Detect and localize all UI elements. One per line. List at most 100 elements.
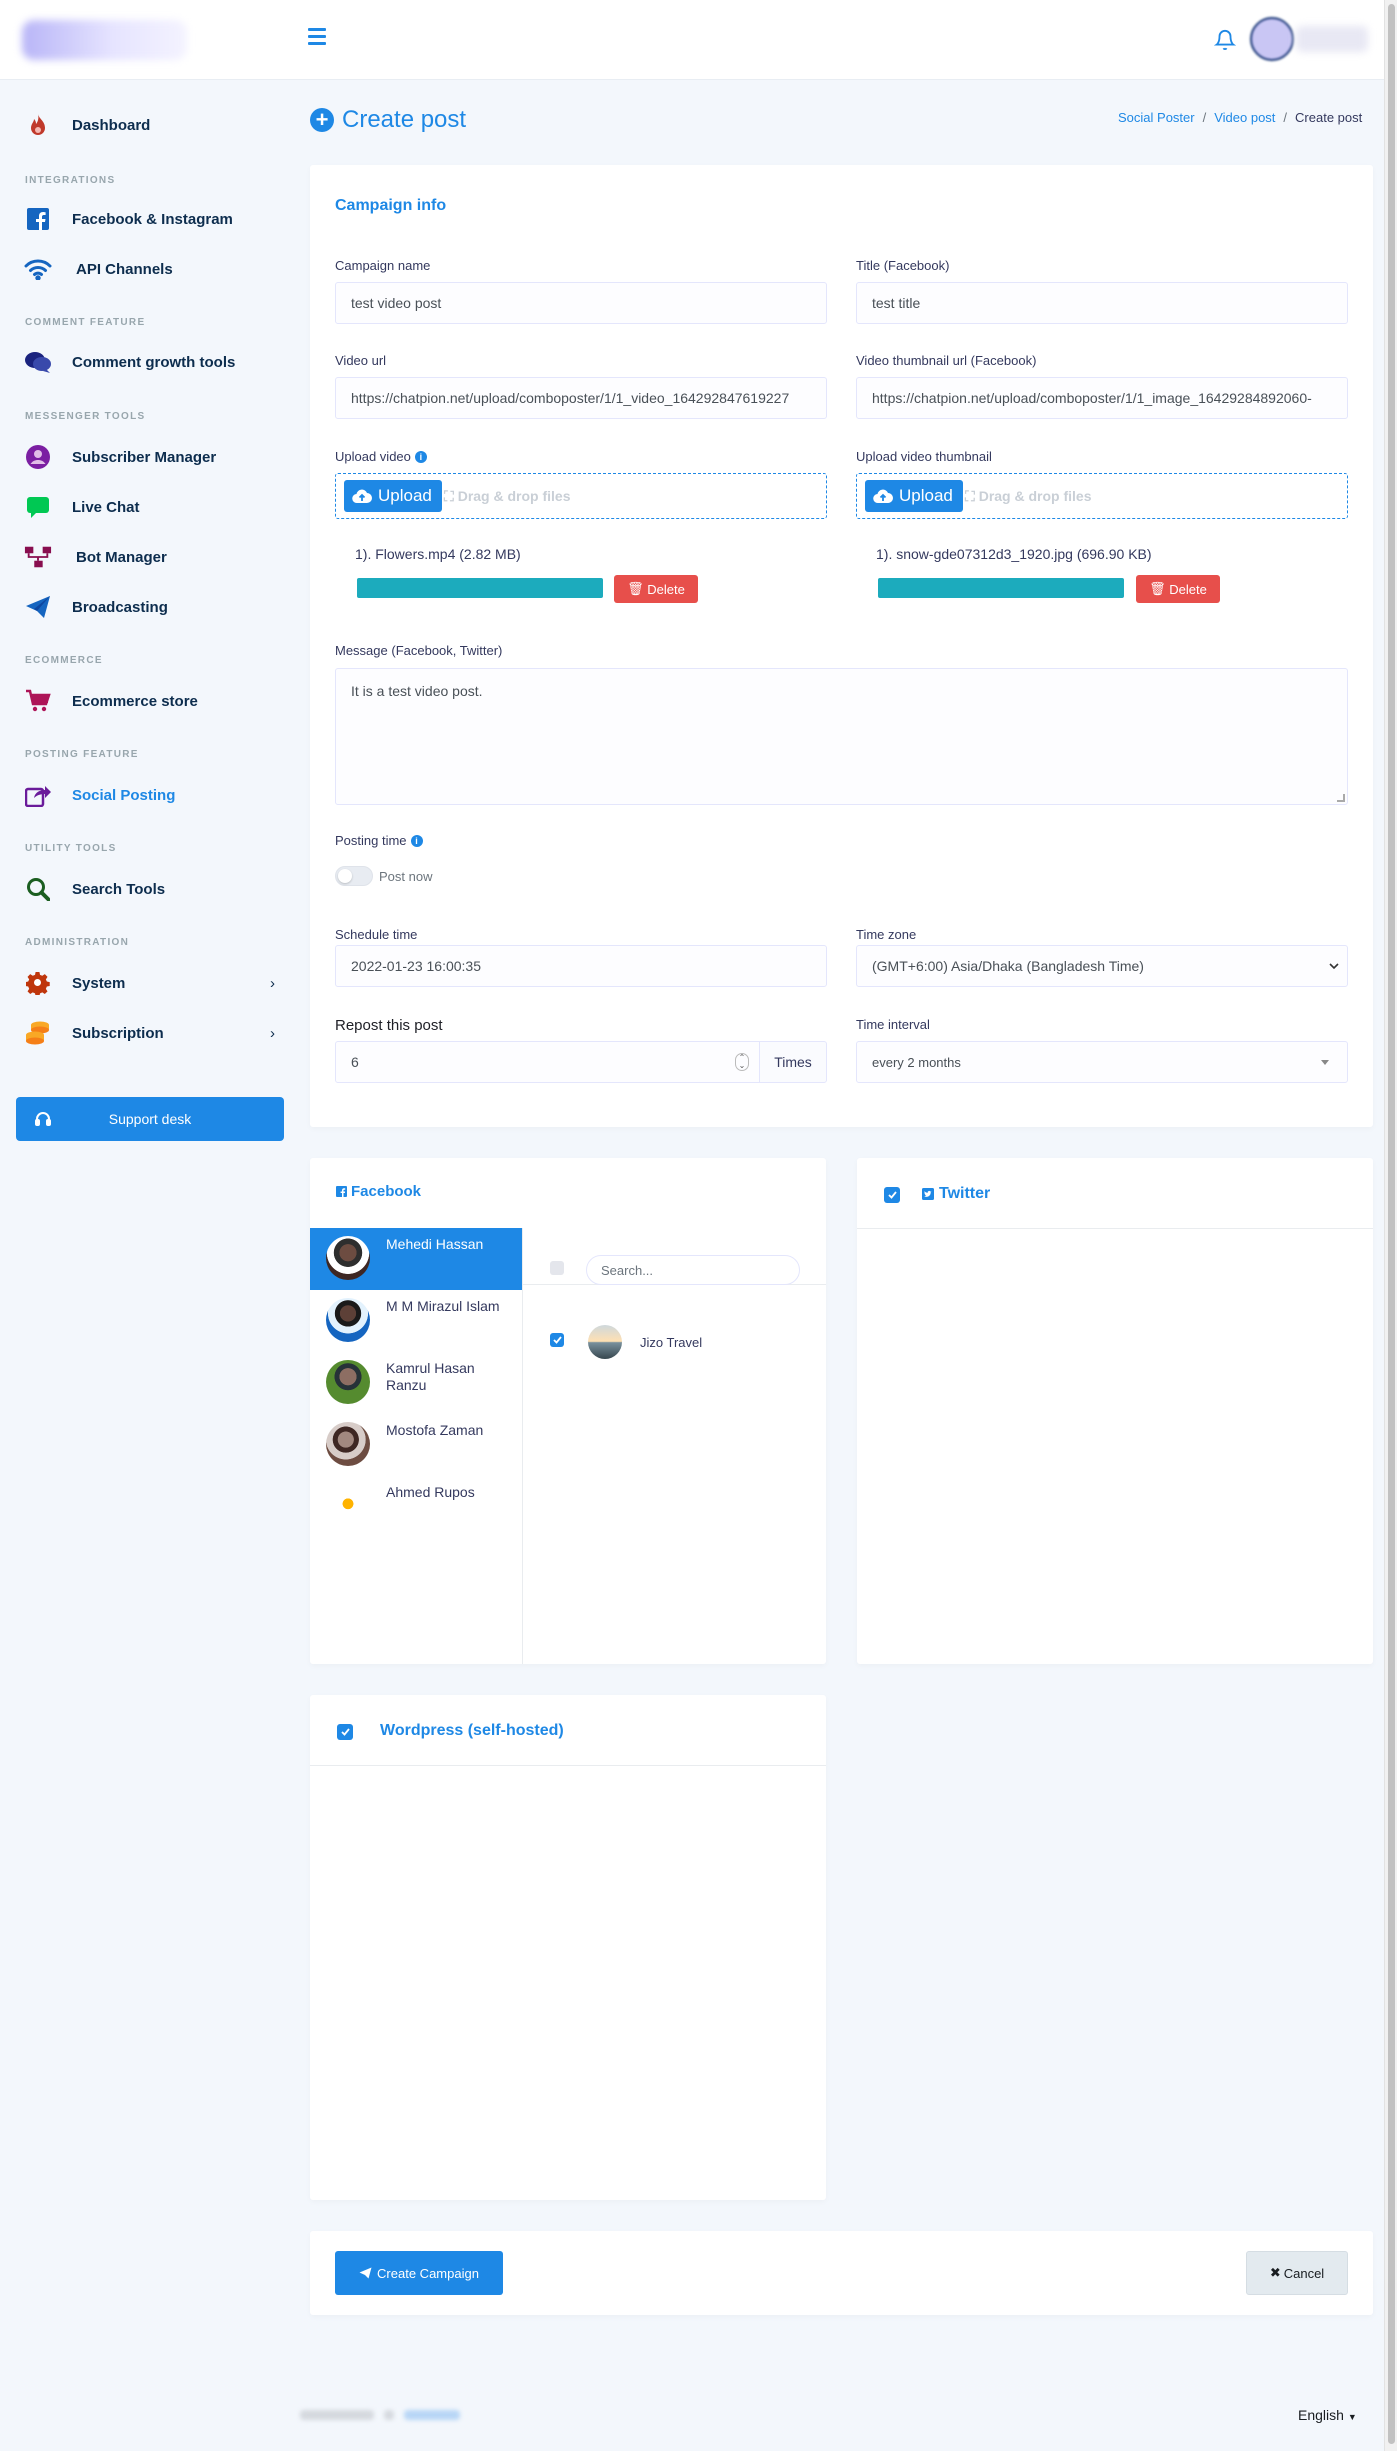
sidebar-item-broadcasting[interactable]: Broadcasting	[0, 587, 300, 627]
user-name[interactable]	[1296, 26, 1368, 52]
wordpress-card: Wordpress (self-hosted)	[310, 1695, 826, 2200]
sidebar-item-search-tools[interactable]: Search Tools	[0, 869, 300, 909]
campaign-info-card: Campaign info Campaign name test video p…	[310, 165, 1373, 1127]
video-url-input[interactable]: https://chatpion.net/upload/comboposter/…	[335, 377, 827, 419]
fire-icon	[24, 111, 52, 139]
coins-icon	[24, 1019, 52, 1047]
user-avatar[interactable]	[1250, 17, 1294, 61]
repost-label: Repost this post	[335, 1017, 443, 1034]
delete-thumbnail-button[interactable]: 🗑 Delete	[1136, 575, 1220, 603]
check-icon	[340, 1728, 350, 1736]
account-item[interactable]: M M Mirazul Islam	[310, 1290, 522, 1352]
paper-plane-icon	[359, 2267, 372, 2279]
facebook-account-list: Mehedi Hassan M M Mirazul Islam Kamrul H…	[310, 1158, 522, 1664]
caret-down-icon	[1321, 1060, 1329, 1065]
sidebar-item-dashboard[interactable]: Dashboard	[0, 105, 300, 145]
share-square-icon	[24, 781, 52, 809]
page-checkbox[interactable]	[550, 1333, 564, 1347]
section-heading-messenger: MESSENGER TOOLS	[25, 411, 146, 422]
upload-thumbnail-button[interactable]: Upload	[865, 480, 963, 512]
resize-handle[interactable]	[1337, 794, 1345, 802]
chevron-right-icon: ›	[270, 974, 275, 992]
twitter-checkbox[interactable]	[884, 1187, 900, 1203]
title-facebook-label: Title (Facebook)	[856, 258, 950, 273]
sidebar-item-system[interactable]: System ›	[0, 963, 300, 1003]
section-heading-integrations: INTEGRATIONS	[25, 175, 116, 186]
campaign-name-input[interactable]: test video post	[335, 282, 827, 324]
page-scrollbar[interactable]	[1384, 0, 1397, 2451]
sidebar-item-bot-manager[interactable]: Bot Manager	[0, 537, 300, 577]
sidebar-item-ecommerce-store[interactable]: Ecommerce store	[0, 681, 300, 721]
section-heading-comment: COMMENT FEATURE	[25, 317, 146, 328]
drag-drop-text: ⛶ Drag & drop files	[444, 488, 571, 504]
number-stepper[interactable]: ⌃ ⌄	[735, 1053, 749, 1071]
time-zone-select[interactable]: (GMT+6:00) Asia/Dhaka (Bangladesh Time)	[856, 945, 1348, 987]
thumbnail-upload-progress	[878, 578, 1124, 598]
check-icon	[552, 1336, 562, 1344]
breadcrumb-video-post[interactable]: Video post	[1214, 110, 1275, 125]
info-icon[interactable]: i	[414, 451, 427, 463]
time-interval-select[interactable]: every 2 months	[856, 1041, 1348, 1083]
bell-icon[interactable]	[1214, 28, 1236, 52]
chat-bubble-icon	[24, 493, 52, 521]
account-avatar	[326, 1484, 370, 1528]
sidebar-item-facebook-instagram[interactable]: Facebook & Instagram	[0, 199, 300, 239]
account-item[interactable]: Kamrul Hasan Ranzu	[310, 1352, 522, 1414]
title-facebook-input[interactable]: test title	[856, 282, 1348, 324]
wordpress-checkbox[interactable]	[337, 1724, 353, 1740]
upload-thumbnail-label: Upload video thumbnail	[856, 449, 992, 464]
headset-icon	[35, 1112, 51, 1126]
sidebar-item-social-posting[interactable]: Social Posting	[0, 775, 300, 815]
thumbnail-dropzone[interactable]: Upload ⛶ Drag & drop files	[856, 473, 1348, 519]
video-dropzone[interactable]: Upload ⛶ Drag & drop files	[335, 473, 827, 519]
chevron-right-icon: ›	[270, 1024, 275, 1042]
menu-toggle-icon[interactable]	[308, 28, 326, 46]
wifi-icon	[24, 255, 52, 283]
video-upload-progress	[357, 578, 603, 598]
section-heading-ecommerce: ECOMMERCE	[25, 655, 103, 666]
section-heading-utility: UTILITY TOOLS	[25, 843, 117, 854]
sidebar-item-api-channels[interactable]: API Channels	[0, 249, 300, 289]
info-icon[interactable]: i	[410, 835, 423, 847]
video-url-label: Video url	[335, 353, 387, 368]
posting-time-label: Posting time i	[335, 833, 423, 848]
plus-circle-icon: +	[310, 108, 334, 132]
account-item[interactable]: Mostofa Zaman	[310, 1414, 522, 1476]
account-avatar	[326, 1422, 370, 1466]
facebook-card: Facebook Mehedi Hassan M M Mirazul Islam…	[310, 1158, 826, 1664]
account-item[interactable]: Mehedi Hassan	[310, 1228, 522, 1290]
account-item[interactable]: Ahmed Rupos	[310, 1476, 522, 1538]
brand-logo[interactable]	[22, 20, 187, 60]
paper-plane-icon	[24, 593, 52, 621]
time-interval-label: Time interval	[856, 1017, 930, 1032]
thumbnail-url-input[interactable]: https://chatpion.net/upload/comboposter/…	[856, 377, 1348, 419]
sitemap-icon	[24, 543, 52, 571]
post-now-toggle[interactable]	[335, 866, 373, 886]
account-avatar	[326, 1360, 370, 1404]
gear-icon	[24, 969, 52, 997]
support-desk-button[interactable]: Support desk	[16, 1097, 284, 1141]
repost-count-input[interactable]: 6 ⌃ ⌄	[335, 1041, 760, 1083]
sidebar-item-subscriber-manager[interactable]: Subscriber Manager	[0, 437, 300, 477]
cloud-upload-icon	[873, 489, 893, 504]
top-navbar	[0, 0, 1384, 80]
sidebar-item-subscription[interactable]: Subscription ›	[0, 1013, 300, 1053]
page-name: Jizo Travel	[640, 1335, 703, 1350]
schedule-time-input[interactable]: 2022-01-23 16:00:35	[335, 945, 827, 987]
breadcrumb-social-poster[interactable]: Social Poster	[1118, 110, 1195, 125]
message-textarea[interactable]: It is a test video post.	[335, 668, 1348, 805]
select-all-checkbox[interactable]	[550, 1261, 564, 1275]
sidebar-item-live-chat[interactable]: Live Chat	[0, 487, 300, 527]
section-heading-posting: POSTING FEATURE	[25, 749, 139, 760]
upload-video-label: Upload video i	[335, 449, 427, 464]
delete-video-button[interactable]: 🗑 Delete	[614, 575, 698, 603]
cancel-button[interactable]: ✖ Cancel	[1246, 2251, 1348, 2295]
facebook-icon	[24, 205, 52, 233]
page-search-input[interactable]: Search...	[586, 1255, 800, 1285]
language-dropdown[interactable]: English ▼	[1298, 2407, 1357, 2423]
action-bar: Create Campaign ✖ Cancel	[310, 2231, 1373, 2315]
sidebar-item-comment-growth[interactable]: Comment growth tools	[0, 342, 300, 382]
upload-video-button[interactable]: Upload	[344, 480, 442, 512]
create-campaign-button[interactable]: Create Campaign	[335, 2251, 503, 2295]
thumbnail-url-label: Video thumbnail url (Facebook)	[856, 353, 1037, 368]
